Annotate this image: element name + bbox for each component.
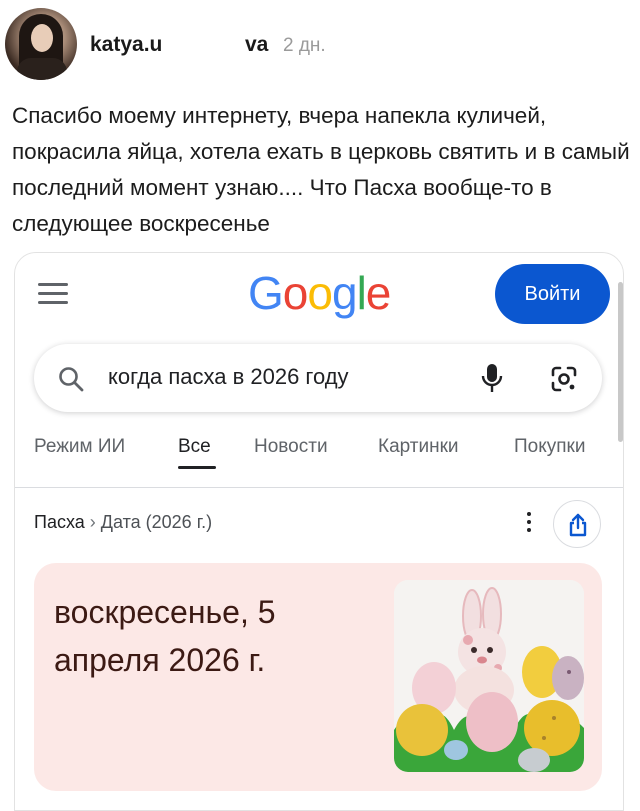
- username-end[interactable]: va: [245, 33, 268, 57]
- post-timestamp: 2 дн.: [283, 35, 326, 56]
- username-redaction: [196, 30, 244, 58]
- tab-images[interactable]: Картинки: [378, 436, 459, 458]
- menu-bar: [38, 301, 68, 304]
- easter-image[interactable]: [394, 580, 584, 772]
- kebab-dot: [527, 520, 531, 524]
- logo-letter: o: [282, 267, 309, 319]
- logo-letter: e: [365, 267, 392, 319]
- post-text: Спасибо моему интернету, вчера напекла к…: [12, 103, 630, 236]
- menu-bar: [38, 283, 68, 286]
- tabs-divider: [15, 487, 623, 488]
- logo-letter: l: [356, 267, 367, 319]
- post-header: katya.u va 2 дн.: [0, 0, 640, 90]
- logo-letter: g: [331, 267, 358, 319]
- breadcrumb-first[interactable]: Пасха: [34, 512, 85, 532]
- kebab-dot: [527, 528, 531, 532]
- menu-bar: [38, 292, 68, 295]
- logo-letter: G: [248, 267, 284, 319]
- avatar[interactable]: [5, 8, 77, 80]
- share-icon: [569, 513, 587, 537]
- google-logo: Google: [248, 266, 392, 320]
- answer-date: воскресенье, 5 апреля 2026 г.: [54, 594, 276, 678]
- microphone-icon[interactable]: [480, 362, 504, 394]
- google-lens-icon[interactable]: [549, 364, 579, 394]
- kebab-menu-icon[interactable]: [526, 512, 532, 534]
- tab-news[interactable]: Новости: [254, 436, 328, 458]
- sign-in-button[interactable]: Войти: [495, 264, 610, 324]
- tab-all[interactable]: Все: [178, 436, 211, 458]
- logo-letter: o: [307, 267, 333, 319]
- active-tab-indicator: [178, 466, 216, 469]
- tab-shopping[interactable]: Покупки: [514, 436, 585, 458]
- search-icon[interactable]: [58, 366, 84, 392]
- kebab-dot: [527, 512, 531, 516]
- tab-ai-mode[interactable]: Режим ИИ: [34, 436, 125, 458]
- breadcrumb-separator: ›: [89, 512, 96, 532]
- search-tabs: Режим ИИ Все Новости Картинки Покупки: [0, 436, 640, 476]
- breadcrumb-second[interactable]: Дата (2026 г.): [101, 512, 212, 532]
- scrollbar[interactable]: [618, 282, 623, 442]
- search-query[interactable]: когда пасха в 2026 году: [108, 364, 349, 390]
- share-button[interactable]: [553, 500, 601, 548]
- easter-eggs-illustration: [394, 580, 584, 772]
- hamburger-menu-icon[interactable]: [38, 283, 68, 305]
- avatar-face: [31, 24, 53, 52]
- username[interactable]: katya.u: [90, 33, 162, 57]
- avatar-body: [17, 58, 67, 80]
- breadcrumb[interactable]: Пасха › Дата (2026 г.): [34, 512, 212, 533]
